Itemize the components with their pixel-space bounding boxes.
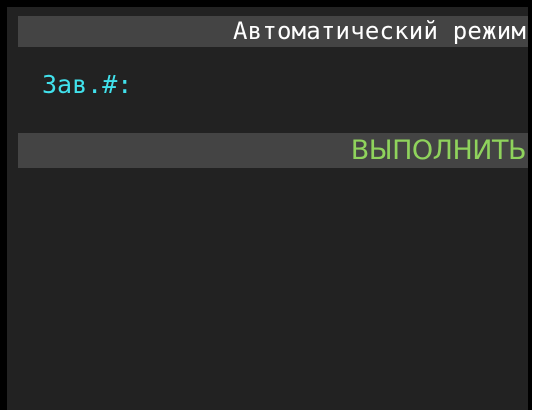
- execute-button-label: ВЫПОЛНИТЬ: [350, 135, 527, 166]
- serial-number-label: Зав.#:: [42, 70, 133, 99]
- execute-button[interactable]: ВЫПОЛНИТЬ: [18, 133, 528, 168]
- device-screen: Автоматический режим Зав.#: ВЫПОЛНИТЬ: [0, 0, 532, 410]
- title-bar: Автоматический режим: [18, 16, 528, 47]
- page-title: Автоматический режим: [233, 17, 526, 45]
